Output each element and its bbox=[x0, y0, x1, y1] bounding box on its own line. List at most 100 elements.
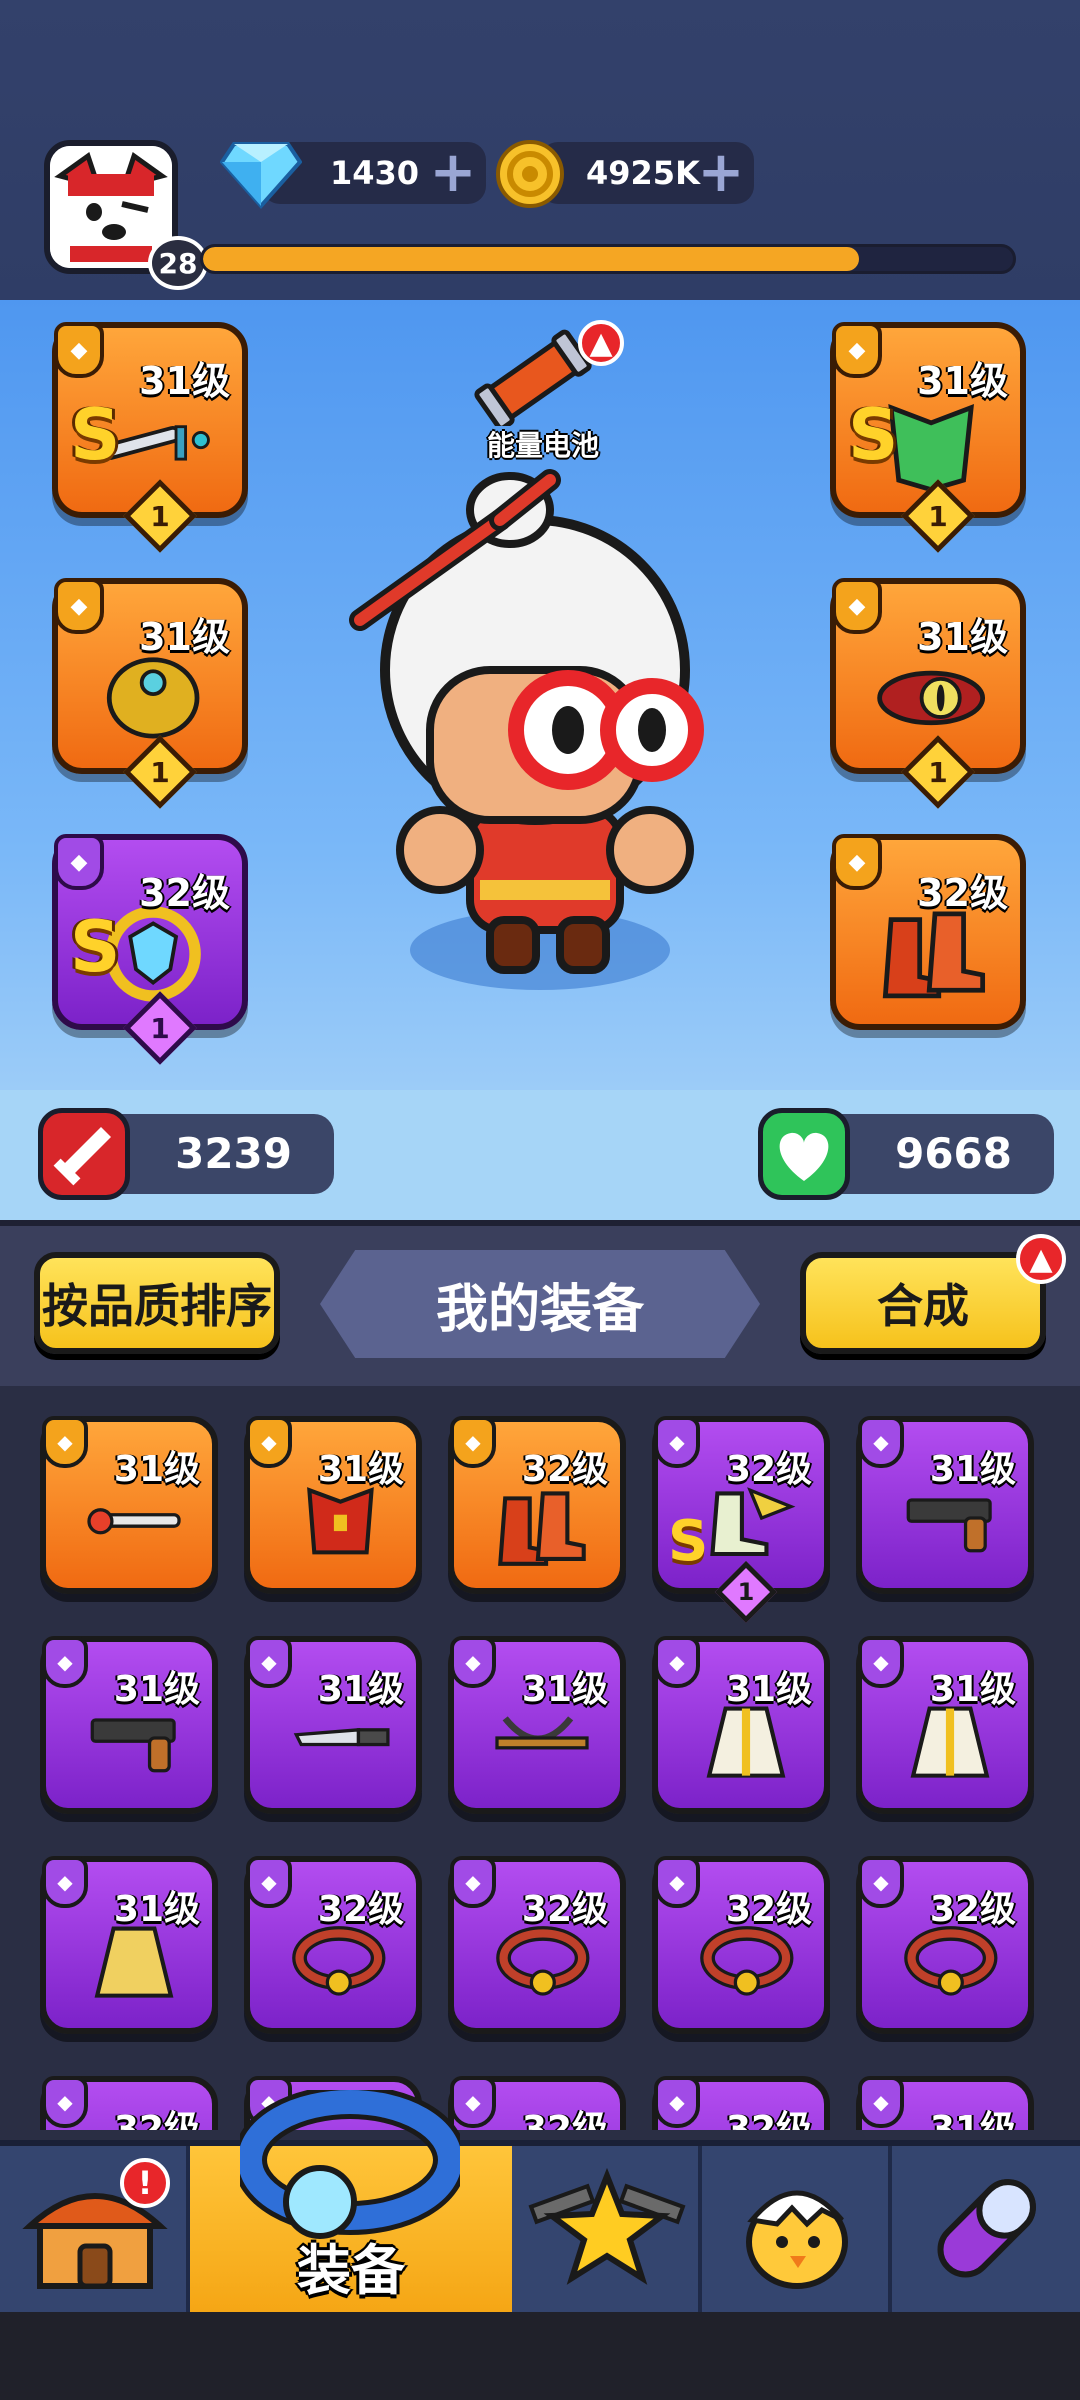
boots-icon bbox=[474, 1482, 610, 1572]
slot-level: 31级 bbox=[139, 359, 230, 403]
item-level: 31级 bbox=[113, 1449, 200, 1490]
armor-category-icon: ◆ bbox=[832, 322, 882, 378]
equipment-item[interactable]: ◆ 31级 bbox=[244, 1416, 422, 1594]
category-icon: ◆ bbox=[858, 1636, 904, 1688]
item-level: 31级 bbox=[725, 1669, 812, 1710]
category-icon: ◆ bbox=[654, 2076, 700, 2128]
gem-value: 1430 bbox=[330, 154, 420, 192]
merge-button[interactable]: 合成 bbox=[800, 1252, 1046, 1354]
equipment-item[interactable]: ◆ 31级 bbox=[856, 2076, 1034, 2130]
item-level: 31级 bbox=[521, 1669, 608, 1710]
capsule-icon bbox=[937, 2179, 1036, 2278]
category-icon: ◆ bbox=[654, 1856, 700, 1908]
health-value: 9668 bbox=[895, 1129, 1012, 1178]
item-level: 32级 bbox=[521, 1449, 608, 1490]
equipped-slot-left-1[interactable]: ◆ 31级 S 1 bbox=[52, 322, 248, 553]
boots-category-icon: ◆ bbox=[832, 834, 882, 890]
ring-icon bbox=[882, 1922, 1018, 2012]
add-coins-button[interactable]: + bbox=[694, 145, 748, 201]
staff-icon bbox=[66, 1482, 202, 1572]
item-level: 32级 bbox=[725, 2109, 812, 2130]
equipped-slot-left-2[interactable]: ◆ 31级 1 bbox=[52, 578, 248, 809]
health-stat: 9668 bbox=[758, 1108, 1054, 1200]
equipment-item[interactable]: ◆ 31级 bbox=[40, 1416, 218, 1594]
star-count: 1 bbox=[150, 755, 170, 789]
item-level: 31级 bbox=[929, 1669, 1016, 1710]
category-icon: ◆ bbox=[42, 2076, 88, 2128]
grade-badge: S bbox=[70, 906, 121, 988]
hero-character[interactable] bbox=[330, 430, 730, 1010]
equipped-slot-left-3[interactable]: ◆ 32级 S 1 bbox=[52, 834, 248, 1065]
equipment-item[interactable]: ◆ 32级 bbox=[448, 1416, 626, 1594]
category-icon: ◆ bbox=[42, 1856, 88, 1908]
battery-upgrade-icon: ▲ bbox=[578, 320, 624, 366]
shop-alert-badge: ! bbox=[120, 2158, 170, 2208]
slot-level: 32级 bbox=[139, 871, 230, 915]
star-count: 1 bbox=[737, 1578, 755, 1606]
equipped-slot-right-2[interactable]: ◆ 31级 1 bbox=[830, 578, 1026, 809]
equipment-item[interactable]: ◆ 31级 bbox=[40, 1636, 218, 1814]
pistol-icon bbox=[882, 1482, 1018, 1572]
gem-icon bbox=[219, 134, 303, 210]
item-level: 31级 bbox=[317, 1449, 404, 1490]
nav-talent[interactable] bbox=[512, 2146, 702, 2312]
item-level: 31级 bbox=[929, 1449, 1016, 1490]
nav-capsule[interactable] bbox=[892, 2146, 1080, 2312]
gloves-category-icon: ◆ bbox=[54, 578, 104, 634]
robe-icon bbox=[882, 1702, 1018, 1792]
attack-stat: 3239 bbox=[38, 1108, 334, 1200]
item-level: 31级 bbox=[929, 2109, 1016, 2130]
equipment-item[interactable]: ◆ 32级 bbox=[244, 1856, 422, 2034]
category-icon: ◆ bbox=[246, 1636, 292, 1688]
star-count: 1 bbox=[928, 499, 948, 533]
equipment-item[interactable]: ◆ 31级 bbox=[40, 1856, 218, 2034]
equipment-item[interactable]: ◆ 32级 bbox=[40, 2076, 218, 2130]
item-level: 32级 bbox=[929, 1889, 1016, 1930]
sort-by-quality-button[interactable]: 按品质排序 bbox=[34, 1252, 280, 1354]
hero-character-icon bbox=[349, 469, 704, 990]
star-guns-icon bbox=[528, 2167, 686, 2285]
grade-badge: S bbox=[848, 394, 899, 476]
equipped-slot-right-1[interactable]: ◆ 31级 S 1 bbox=[830, 322, 1026, 553]
category-icon: ◆ bbox=[858, 1856, 904, 1908]
star-count: 1 bbox=[928, 755, 948, 789]
equipment-item[interactable]: ◆ 32级 S 1 bbox=[652, 1416, 830, 1624]
item-level: 32级 bbox=[317, 1889, 404, 1930]
grade-badge: S bbox=[668, 1509, 709, 1574]
equipment-item[interactable]: ◆ 31级 bbox=[856, 1636, 1034, 1814]
equipment-item[interactable]: ◆ 32级 bbox=[652, 2076, 830, 2130]
coin-icon bbox=[494, 138, 566, 210]
inventory-title: 我的装备 bbox=[320, 1250, 760, 1358]
equipment-item[interactable]: ◆ 31级 bbox=[448, 1636, 626, 1814]
equipment-grid: ◆ 31级 ◆ 31级 ◆ 32级 ◆ 32级 S 1 ◆ 31级 ◆ 31级 ◆ 31级 ◆ 31级 ◆ 31级 ◆ 3… bbox=[34, 1410, 1054, 2130]
xp-progress-fill bbox=[203, 247, 860, 271]
slot-level: 31级 bbox=[917, 359, 1008, 403]
item-level: 32级 bbox=[725, 1449, 812, 1490]
star-count: 1 bbox=[150, 1011, 170, 1045]
heart-icon bbox=[758, 1108, 850, 1200]
category-icon: ◆ bbox=[450, 1416, 496, 1468]
category-icon: ◆ bbox=[42, 1416, 88, 1468]
equipped-slot-right-3[interactable]: ◆ 32级 bbox=[830, 834, 1026, 1030]
add-gems-button[interactable]: + bbox=[426, 145, 480, 201]
knife-icon bbox=[270, 1702, 406, 1792]
category-icon: ◆ bbox=[42, 1636, 88, 1688]
coin-value: 4925K bbox=[586, 154, 700, 192]
equipment-item[interactable]: ◆ 32级 bbox=[448, 2076, 626, 2130]
attack-value: 3239 bbox=[175, 1129, 292, 1178]
cloak-icon bbox=[66, 1922, 202, 2012]
equipment-item[interactable]: ◆ 31级 bbox=[244, 1636, 422, 1814]
nav-pet[interactable] bbox=[702, 2146, 892, 2312]
crossbow-icon bbox=[474, 1702, 610, 1792]
equipment-item[interactable]: ◆ 32级 bbox=[856, 1856, 1034, 2034]
system-bar bbox=[0, 2312, 1080, 2400]
player-level-badge: 28 bbox=[148, 236, 208, 290]
ring-icon bbox=[678, 1922, 814, 2012]
nav-equip-label: 装备 bbox=[297, 2239, 405, 2302]
equipment-item[interactable]: ◆ 31级 bbox=[856, 1416, 1034, 1594]
equipment-item[interactable]: ◆ 31级 bbox=[652, 1636, 830, 1814]
item-level: 32级 bbox=[113, 2109, 200, 2130]
belt-category-icon: ◆ bbox=[832, 578, 882, 634]
equipment-item[interactable]: ◆ 32级 bbox=[652, 1856, 830, 2034]
equipment-item[interactable]: ◆ 32级 bbox=[448, 1856, 626, 2034]
